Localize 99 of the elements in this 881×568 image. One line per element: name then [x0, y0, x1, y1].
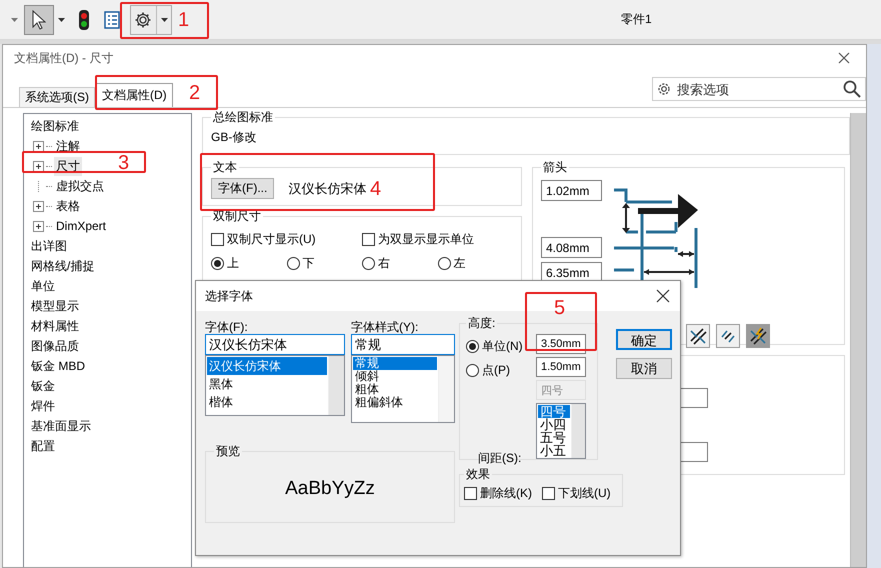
tree-item[interactable]: 绘图标准	[29, 116, 81, 136]
radio-label: 单位(N)	[482, 338, 523, 354]
search-icon	[843, 80, 861, 98]
checkbox-label: 删除线(K)	[480, 485, 532, 502]
tree-item[interactable]: 注解	[54, 136, 82, 156]
tab[interactable]: 文档属性(D)	[96, 83, 173, 107]
tree-item[interactable]: 钣金	[29, 376, 57, 396]
checkbox[interactable]	[211, 232, 224, 246]
arrow-style-icon	[689, 327, 707, 345]
arrow-style-icon	[749, 327, 767, 345]
input-field[interactable]: 常规	[351, 334, 455, 355]
tree-item[interactable]: 焊件	[29, 396, 57, 416]
list-item[interactable]: 粗偏斜体	[353, 396, 437, 409]
annotation-number: 2	[189, 83, 200, 103]
settings-icon	[657, 82, 671, 96]
caret-icon	[58, 18, 65, 22]
dialog-title: 选择字体	[205, 288, 253, 304]
input-field[interactable]: 汉仪长仿宋体	[205, 334, 345, 355]
list-item[interactable]: 小四	[538, 418, 570, 431]
checkbox-label: 下划线(U)	[558, 485, 611, 502]
checkbox[interactable]	[464, 487, 477, 500]
radio-button[interactable]	[211, 256, 224, 270]
field-label: 字体(F):	[205, 319, 249, 332]
input-field[interactable]: 4.08mm	[541, 237, 602, 258]
radio-label: 上	[227, 254, 239, 272]
list-icon	[104, 10, 120, 28]
group-title: 效果	[465, 466, 491, 483]
close-icon	[656, 289, 670, 303]
cursor-icon	[32, 10, 46, 30]
settings-button[interactable]	[130, 4, 172, 34]
search-box[interactable]: 搜索选项	[652, 77, 866, 101]
list-item[interactable]: 倾斜	[353, 370, 437, 383]
list-item[interactable]: 粗体	[353, 383, 437, 396]
caret-icon	[161, 18, 168, 22]
dialog-button[interactable]: 确定	[616, 329, 672, 350]
close-icon	[838, 52, 850, 64]
input-field[interactable]: 1.02mm	[541, 180, 602, 201]
checkbox-label: 为双显示显示单位	[378, 230, 474, 248]
list-item[interactable]: 黑体	[207, 375, 327, 393]
tree-item[interactable]: 图像品质	[29, 336, 81, 356]
tree-item[interactable]: 钣金 MBD	[29, 356, 87, 376]
preview-text: AaBbYyZz	[285, 478, 375, 500]
input-field[interactable]: 3.50mm	[536, 334, 586, 354]
scrollbar[interactable]	[850, 113, 866, 567]
tree-item[interactable]: DimXpert	[54, 218, 108, 234]
annotation-number: 4	[370, 179, 382, 199]
arrow-style-button[interactable]	[716, 324, 740, 348]
group-title: 箭头	[542, 159, 568, 176]
list-item[interactable]: 常规	[353, 357, 437, 370]
field-label: 间距(S):	[477, 450, 522, 467]
radio-button[interactable]	[466, 364, 479, 376]
tree-item[interactable]: 网格线/捕捉	[29, 256, 96, 276]
list-item[interactable]: 五号	[538, 431, 570, 444]
tree-item[interactable]: 单位	[29, 276, 57, 296]
list-item[interactable]: 小五	[538, 444, 570, 457]
radio-button[interactable]	[286, 256, 300, 270]
tab[interactable]: 系统选项(S)	[19, 87, 95, 107]
checkbox[interactable]	[362, 232, 375, 246]
tree-item[interactable]: 出详图	[29, 236, 69, 256]
field-label: 字体样式(Y):	[351, 319, 420, 332]
radio-button[interactable]	[438, 256, 450, 270]
radio-label: 左	[454, 254, 466, 272]
document-title: 零件1	[621, 11, 652, 28]
group-title: 总绘图标准	[212, 109, 274, 126]
input-field[interactable]: 1.50mm	[536, 357, 586, 377]
traffic-light-icon	[79, 10, 89, 30]
standard-value: GB-修改	[211, 130, 256, 144]
tree-item[interactable]: 模型显示	[29, 296, 81, 316]
radio-button[interactable]	[466, 340, 479, 352]
arrow-style-button[interactable]	[686, 324, 710, 348]
group-title: 高度:	[467, 315, 496, 332]
list-item[interactable]: 楷体	[207, 393, 327, 411]
arrow-style-button[interactable]	[746, 324, 770, 348]
radio-button[interactable]	[362, 256, 375, 270]
annotation-number: 5	[554, 298, 566, 318]
font-name: 汉仪长仿宋体	[288, 180, 366, 198]
caret-icon	[11, 18, 18, 22]
radio-label: 下	[302, 254, 314, 272]
tree-item[interactable]: 虚拟交点	[54, 176, 106, 196]
tree-item[interactable]: 配置	[29, 436, 57, 456]
search-field[interactable]: 搜索选项	[675, 80, 839, 98]
checkbox[interactable]	[542, 487, 555, 500]
list-item[interactable]: 四号	[538, 405, 570, 418]
radio-label: 点(P)	[482, 362, 510, 378]
tree-item[interactable]: 基准面显示	[29, 416, 93, 436]
annotation-number: 3	[118, 153, 130, 173]
list-item[interactable]: 汉仪长仿宋体	[207, 357, 327, 375]
settings-icon	[134, 10, 152, 28]
tree-item[interactable]: 材料属性	[29, 316, 81, 336]
checkbox-label: 双制尺寸显示(U)	[227, 230, 316, 248]
tree-item[interactable]: 表格	[54, 196, 82, 216]
annotation-number: 1	[178, 10, 190, 30]
select-tool-button[interactable]	[24, 4, 54, 34]
group-title: 文本	[212, 159, 238, 176]
font-button[interactable]: 字体(F)...	[211, 178, 274, 199]
radio-label: 右	[378, 254, 390, 272]
dialog-button[interactable]: 取消	[616, 358, 672, 379]
group-title: 预览	[215, 443, 241, 460]
window-title: 文档属性(D) - 尺寸	[14, 50, 114, 66]
